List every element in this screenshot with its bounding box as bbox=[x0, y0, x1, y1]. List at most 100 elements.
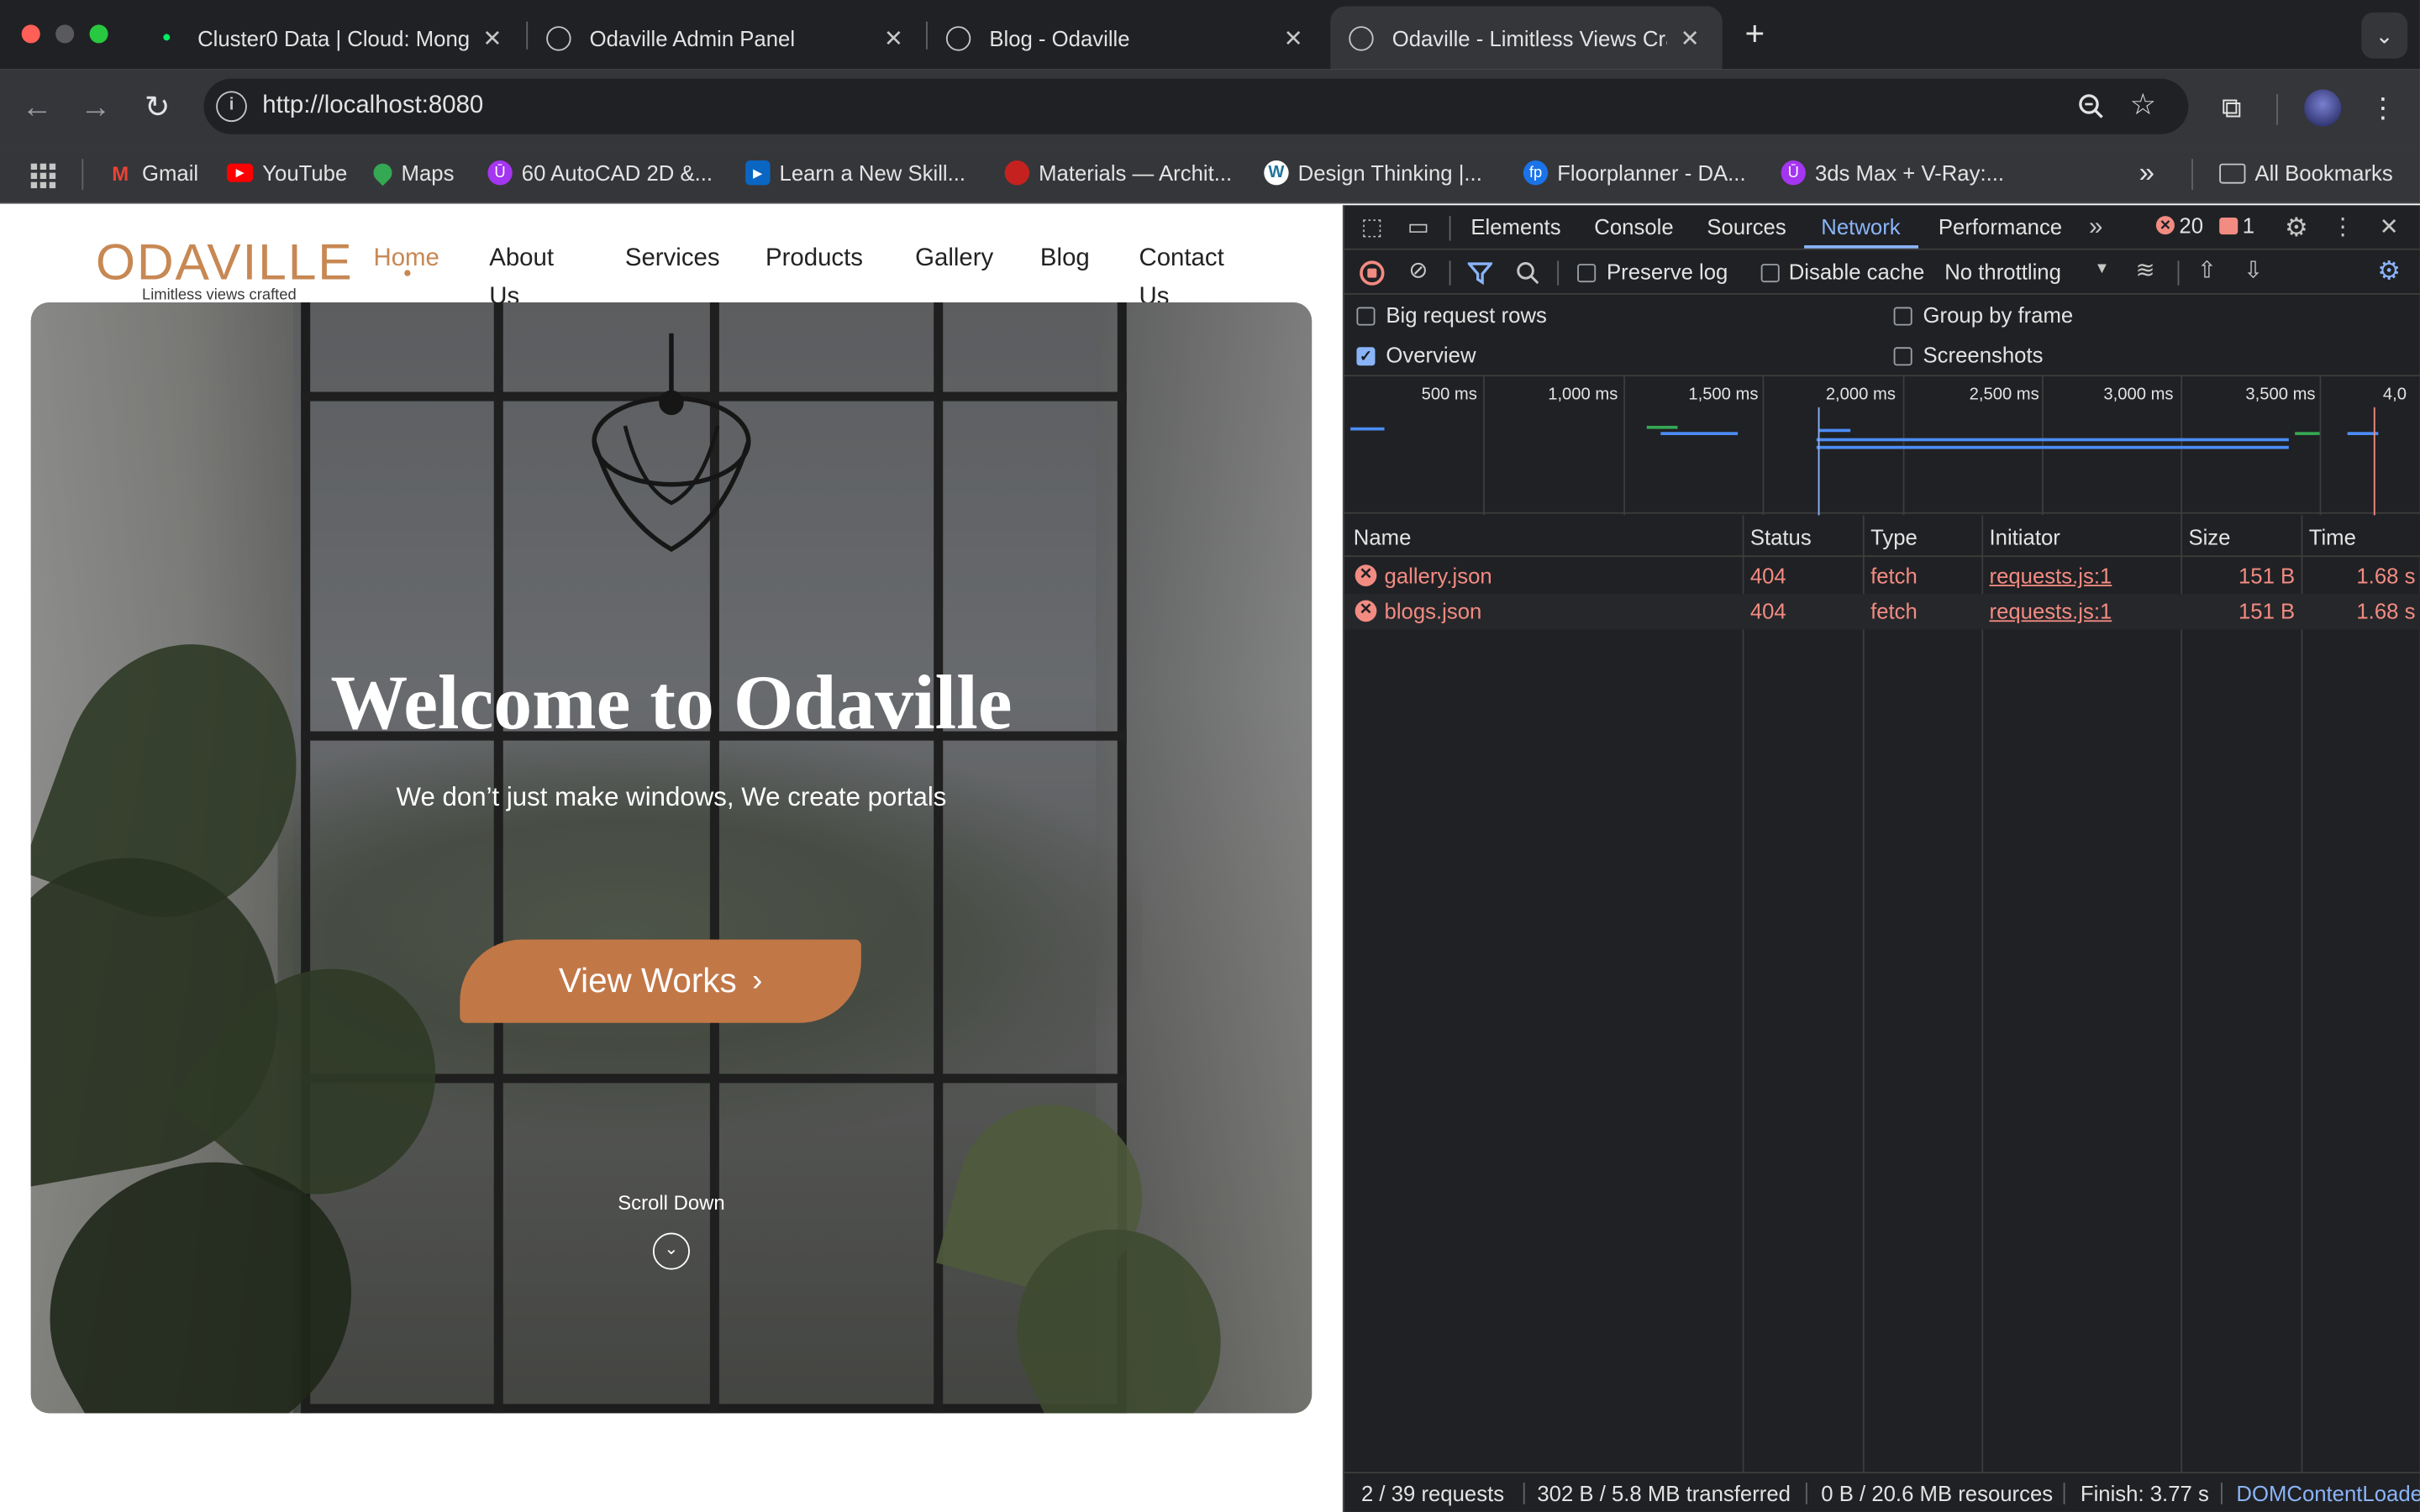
zoom-icon[interactable] bbox=[2077, 92, 2105, 120]
forward-icon[interactable]: → bbox=[76, 88, 116, 129]
nav-blog[interactable]: Blog bbox=[1040, 239, 1090, 278]
request-initiator[interactable]: requests.js:1 bbox=[1990, 563, 2112, 587]
preserve-log-checkbox[interactable] bbox=[1577, 264, 1597, 283]
devtools-divider bbox=[2177, 260, 2180, 286]
bookmark-autocad[interactable]: Ū 60 AutoCAD 2D &... bbox=[487, 160, 713, 186]
nav-products[interactable]: Products bbox=[765, 239, 863, 278]
tab-sources[interactable]: Sources bbox=[1707, 214, 1786, 239]
tab-strip: ● Cluster0 Data | Cloud: MongoDB Cloud ✕… bbox=[0, 0, 2420, 70]
big-request-rows-checkbox[interactable] bbox=[1356, 307, 1376, 326]
error-icon: ✕ bbox=[1355, 600, 1377, 622]
column-header-time[interactable]: Time bbox=[2309, 524, 2356, 549]
table-row[interactable]: ✕ gallery.json 404 fetch requests.js:1 1… bbox=[1344, 559, 2420, 594]
device-toolbar-icon[interactable]: ▭ bbox=[1403, 213, 1434, 244]
linkedin-learning-icon: ▶ bbox=[745, 160, 771, 186]
network-overview-timeline[interactable]: 500 ms 1,000 ms 1,500 ms 2,000 ms 2,500 … bbox=[1344, 375, 2420, 516]
bookmark-3dsmax[interactable]: Ū 3ds Max + V-Ray:... bbox=[1781, 160, 2004, 186]
all-bookmarks-label: All Bookmarks bbox=[2254, 160, 2393, 186]
column-header-type[interactable]: Type bbox=[1870, 524, 1918, 549]
overview-checkbox[interactable]: ✓ bbox=[1356, 347, 1376, 366]
clear-icon[interactable]: ⊘ bbox=[1403, 256, 1434, 287]
bookmark-maps[interactable]: Maps bbox=[369, 160, 455, 186]
disable-cache-checkbox[interactable] bbox=[1760, 264, 1780, 283]
bookmark-gmail[interactable]: M Gmail bbox=[108, 160, 198, 185]
address-bar[interactable]: i http://localhost:8080 ☆ bbox=[203, 78, 2189, 134]
column-header-status[interactable]: Status bbox=[1750, 524, 1812, 549]
back-icon[interactable]: ← bbox=[17, 88, 57, 129]
stop-recording-icon[interactable] bbox=[1360, 260, 1385, 286]
new-tab-button[interactable]: + bbox=[1734, 14, 1775, 55]
kebab-menu-icon[interactable]: ⋮ bbox=[2363, 88, 2403, 129]
close-tab-icon[interactable]: ✕ bbox=[1280, 24, 1307, 51]
search-icon[interactable] bbox=[1516, 260, 1540, 285]
group-by-frame-checkbox[interactable] bbox=[1893, 307, 1912, 326]
more-tabs-icon[interactable]: » bbox=[2081, 213, 2112, 244]
avatar[interactable] bbox=[2304, 89, 2342, 127]
network-conditions-icon[interactable]: ≋ bbox=[2130, 256, 2161, 287]
error-count-badge[interactable]: ✕ 20 bbox=[2155, 213, 2203, 238]
timeline-grid bbox=[2319, 376, 2322, 516]
minimize-window-button[interactable] bbox=[55, 24, 75, 44]
all-bookmarks-button[interactable]: All Bookmarks bbox=[2219, 160, 2393, 185]
settings-gear-icon[interactable]: ⚙ bbox=[2281, 213, 2312, 244]
inspect-element-icon[interactable]: ⬚ bbox=[1356, 213, 1387, 244]
timeline-tick: 4,0 bbox=[2382, 386, 2407, 405]
devtools-menu-icon[interactable]: ⋮ bbox=[2328, 213, 2359, 244]
chevron-down-icon[interactable]: ▼ bbox=[2094, 260, 2109, 277]
tab-search-button[interactable]: ⌄ bbox=[2361, 12, 2408, 59]
browser-tab[interactable]: ● Cluster0 Data | Cloud: MongoDB Cloud ✕ bbox=[136, 6, 525, 69]
apps-grid-icon[interactable] bbox=[30, 163, 56, 189]
bookmarks-divider bbox=[2191, 159, 2193, 190]
export-har-icon[interactable]: ⇩ bbox=[2238, 256, 2269, 287]
column-header-initiator[interactable]: Initiator bbox=[1990, 524, 2060, 549]
bookmark-label: Maps bbox=[401, 160, 455, 186]
reload-icon[interactable]: ↻ bbox=[137, 88, 177, 129]
screenshots-label: Screenshots bbox=[1923, 342, 2044, 368]
filter-icon[interactable] bbox=[1467, 260, 1493, 286]
tab-console[interactable]: Console bbox=[1594, 214, 1673, 239]
close-tab-icon[interactable]: ✕ bbox=[478, 24, 506, 51]
timeline-tick: 1,500 ms bbox=[1688, 386, 1759, 405]
site-logo[interactable]: ODAVILLE Limitless views crafted bbox=[96, 235, 354, 304]
request-initiator[interactable]: requests.js:1 bbox=[1990, 599, 2112, 623]
issue-count-badge[interactable]: 1 bbox=[2219, 213, 2254, 238]
more-bookmarks-icon[interactable]: » bbox=[2139, 157, 2154, 190]
timeline-bar bbox=[1816, 438, 2289, 442]
throttling-select[interactable]: No throttling bbox=[1944, 260, 2061, 284]
close-tab-icon[interactable]: ✕ bbox=[1676, 24, 1704, 51]
nav-services[interactable]: Services bbox=[625, 239, 720, 278]
timeline-bar bbox=[1819, 428, 1851, 433]
bookmark-youtube[interactable]: ▶ YouTube bbox=[226, 160, 347, 185]
tab-performance[interactable]: Performance bbox=[1939, 214, 2062, 239]
browser-tab-active[interactable]: Odaville - Limitless Views Crafted ✕ bbox=[1330, 6, 1723, 70]
bookmark-design-thinking[interactable]: W Design Thinking |... bbox=[1264, 160, 1482, 186]
import-har-icon[interactable]: ⇧ bbox=[2191, 256, 2223, 287]
active-tab-indicator bbox=[1804, 245, 1919, 249]
site-info-icon[interactable]: i bbox=[216, 91, 247, 123]
view-works-button[interactable]: View Works › bbox=[460, 939, 861, 1023]
bookmark-materials[interactable]: Materials — Archit... bbox=[1004, 160, 1232, 186]
column-divider bbox=[2301, 515, 2303, 1473]
screenshots-checkbox[interactable] bbox=[1893, 347, 1912, 366]
tab-network[interactable]: Network bbox=[1821, 214, 1900, 239]
tab-elements[interactable]: Elements bbox=[1470, 214, 1560, 239]
network-settings-icon[interactable]: ⚙ bbox=[2374, 256, 2405, 287]
close-window-button[interactable] bbox=[21, 24, 40, 44]
load-marker bbox=[2373, 407, 2375, 516]
bookmark-learn[interactable]: ▶ Learn a New Skill... bbox=[745, 160, 965, 186]
bookmark-floorplanner[interactable]: fp Floorplanner - DA... bbox=[1523, 160, 1746, 186]
close-tab-icon[interactable]: ✕ bbox=[880, 24, 908, 51]
timeline-grid bbox=[1623, 376, 1626, 516]
browser-tab[interactable]: Odaville Admin Panel ✕ bbox=[528, 6, 926, 69]
view-works-label: View Works bbox=[558, 961, 737, 1000]
maximize-window-button[interactable] bbox=[89, 24, 108, 44]
column-header-name[interactable]: Name bbox=[1354, 524, 1412, 549]
close-devtools-icon[interactable]: ✕ bbox=[2374, 213, 2405, 244]
extensions-icon[interactable]: ⧉ bbox=[2212, 88, 2252, 129]
bookmark-star-icon[interactable]: ☆ bbox=[2130, 88, 2156, 123]
chevron-down-circle-icon[interactable]: ⌄ bbox=[652, 1232, 691, 1270]
table-row[interactable]: ✕ blogs.json 404 fetch requests.js:1 151… bbox=[1344, 594, 2420, 630]
nav-gallery[interactable]: Gallery bbox=[915, 239, 993, 278]
column-header-size[interactable]: Size bbox=[2188, 524, 2230, 549]
browser-tab[interactable]: Blog - Odaville ✕ bbox=[928, 6, 1326, 69]
